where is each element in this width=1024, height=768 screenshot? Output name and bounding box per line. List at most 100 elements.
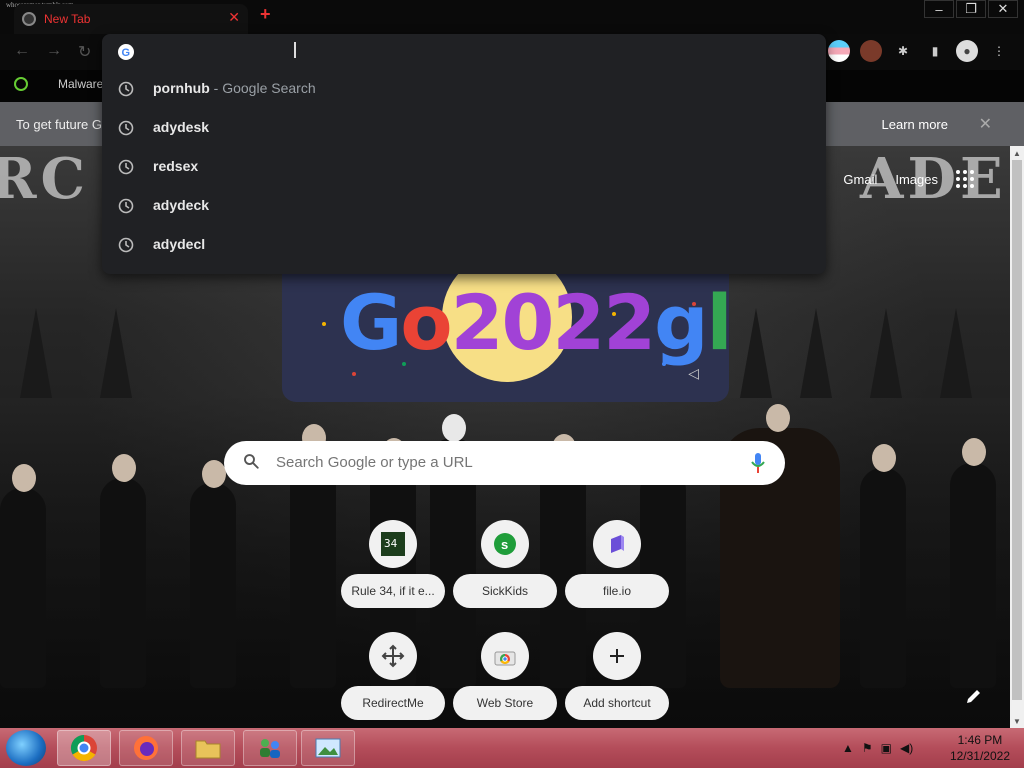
minimize-button[interactable]: – (924, 0, 954, 18)
shortcut-label: Web Store (453, 686, 557, 720)
chrome-icon (70, 734, 97, 762)
scroll-thumb[interactable] (1012, 160, 1022, 700)
omnibox-suggestion[interactable]: adydesk (102, 109, 826, 147)
shortcut-sickkids[interactable]: s SickKids (453, 520, 557, 620)
taskbar-photo-viewer[interactable] (301, 730, 355, 766)
omnibox-suggestion[interactable]: adydecl (102, 226, 826, 264)
page-scrollbar[interactable]: ▲ ▼ (1010, 146, 1024, 728)
google-apps-icon[interactable] (956, 170, 974, 188)
action-center-flag-icon[interactable]: ⚑ (862, 741, 873, 755)
network-users-icon (260, 739, 280, 758)
tab-title: New Tab (44, 12, 91, 26)
fileio-icon (593, 520, 641, 568)
history-clock-icon (118, 198, 134, 214)
restore-button[interactable]: ❐ (956, 0, 986, 18)
shortcut-label: file.io (565, 574, 669, 608)
svg-text:G: G (122, 47, 131, 59)
info-bar-close-icon[interactable]: ✕ (979, 114, 992, 134)
images-link[interactable]: Images (895, 172, 938, 187)
learn-more-link[interactable]: Learn more (882, 117, 948, 132)
sickkids-icon: s (481, 520, 529, 568)
omnibox-dropdown: G pornhub - Google Search adydesk redsex… (102, 34, 826, 274)
clock-time: 1:46 PM (957, 733, 1003, 747)
shortcut-add[interactable]: Add shortcut (565, 632, 669, 728)
menu-kebab-icon[interactable]: ⋮ (988, 40, 1010, 62)
omnibox-suggestion[interactable]: adydeck (102, 187, 826, 225)
suggestion-text: adydesk (153, 119, 210, 135)
new-tab-button[interactable]: + (260, 4, 271, 25)
omnibox-suggestion[interactable]: redsex (102, 148, 826, 186)
shortcut-label: SickKids (453, 574, 557, 608)
doodle-wordmark: Go2022gle (340, 278, 729, 367)
history-clock-icon (118, 159, 134, 175)
google-doodle[interactable]: Go2022gle ◁ (282, 262, 729, 402)
shortcut-label: RedirectMe (341, 686, 445, 720)
side-panel-icon[interactable]: ▮ (924, 40, 946, 62)
image-viewer-icon (315, 738, 341, 758)
taskbar-network-app[interactable] (243, 730, 297, 766)
tab-strip: whosaramer.tumblr.com New Tab ✕ + – ❐ ✕ (0, 0, 1024, 34)
text-cursor (294, 42, 296, 58)
tab-new-tab[interactable]: New Tab ✕ (14, 4, 248, 34)
forward-arrow-icon[interactable]: → (46, 42, 62, 60)
reload-icon[interactable]: ↻ (78, 42, 91, 62)
suggestion-text: pornhub - Google Search (153, 80, 316, 96)
search-icon (244, 454, 259, 469)
close-window-button[interactable]: ✕ (988, 0, 1018, 18)
bookmark-favicon-icon (14, 77, 28, 91)
taskbar-clock[interactable]: 1:46 PM 12/31/2022 (950, 732, 1010, 764)
ntp-search-box[interactable] (224, 441, 785, 485)
account-avatar-icon[interactable]: ● (956, 40, 978, 62)
window-controls: – ❐ ✕ (924, 0, 1018, 18)
ntp-search-input[interactable] (276, 454, 716, 471)
firefox-icon (134, 736, 158, 760)
history-clock-icon (118, 120, 134, 136)
omnibox-suggestion[interactable]: pornhub - Google Search (102, 70, 826, 108)
profile-extension-icon[interactable] (860, 40, 882, 62)
background-logo-left: RC (0, 146, 90, 212)
shortcut-rule34[interactable]: 34 Rule 34, if it e... (341, 520, 445, 620)
taskbar-explorer[interactable] (181, 730, 235, 766)
share-icon[interactable]: ◁ (688, 365, 699, 382)
clock-date: 12/31/2022 (949, 749, 1010, 763)
redirectme-icon (369, 632, 417, 680)
chrome-favicon-icon (22, 12, 36, 26)
customize-pencil-icon[interactable] (964, 686, 984, 706)
svg-text:s: s (501, 537, 508, 552)
shortcut-redirectme[interactable]: RedirectMe (341, 632, 445, 728)
shortcut-webstore[interactable]: Web Store (453, 632, 557, 728)
google-g-icon: G (118, 44, 134, 60)
shortcut-fileio[interactable]: file.io (565, 520, 669, 620)
webstore-icon (481, 632, 529, 680)
scroll-up-icon[interactable]: ▲ (1010, 146, 1024, 160)
taskbar-chrome[interactable] (57, 730, 111, 766)
shortcut-label: Add shortcut (565, 686, 669, 720)
show-hidden-icons-icon[interactable]: ▲ (842, 741, 854, 755)
folder-icon (195, 740, 221, 759)
plus-icon (593, 632, 641, 680)
network-icon[interactable]: ▣ (881, 741, 892, 755)
tab-close-icon[interactable]: ✕ (228, 9, 240, 26)
suggestion-text: redsex (153, 158, 199, 174)
puzzle-extensions-icon[interactable]: ✱ (892, 40, 914, 62)
taskbar-firefox[interactable] (119, 730, 173, 766)
gmail-link[interactable]: Gmail (843, 172, 877, 187)
suggestion-text: adydecl (153, 236, 206, 252)
rule34-icon: 34 (369, 520, 417, 568)
history-clock-icon (118, 81, 134, 97)
info-bar-text: To get future G (16, 117, 102, 132)
microphone-icon[interactable] (751, 452, 765, 474)
volume-icon[interactable]: ◀) (900, 741, 913, 755)
flag-extension-icon[interactable] (828, 40, 850, 62)
omnibox-input-row[interactable]: G (102, 34, 826, 70)
start-button[interactable] (6, 730, 46, 766)
ntp-top-links: Gmail Images (843, 170, 974, 188)
doodle-year: 2022 (450, 278, 657, 367)
svg-text:34: 34 (384, 537, 398, 550)
scroll-down-icon[interactable]: ▼ (1010, 714, 1024, 728)
suggestion-text: adydeck (153, 197, 210, 213)
history-clock-icon (118, 237, 134, 253)
shortcut-label: Rule 34, if it e... (341, 574, 445, 608)
windows-taskbar: ▲ ⚑ ▣ ◀) 1:46 PM 12/31/2022 (0, 728, 1024, 768)
back-arrow-icon[interactable]: ← (14, 42, 30, 60)
